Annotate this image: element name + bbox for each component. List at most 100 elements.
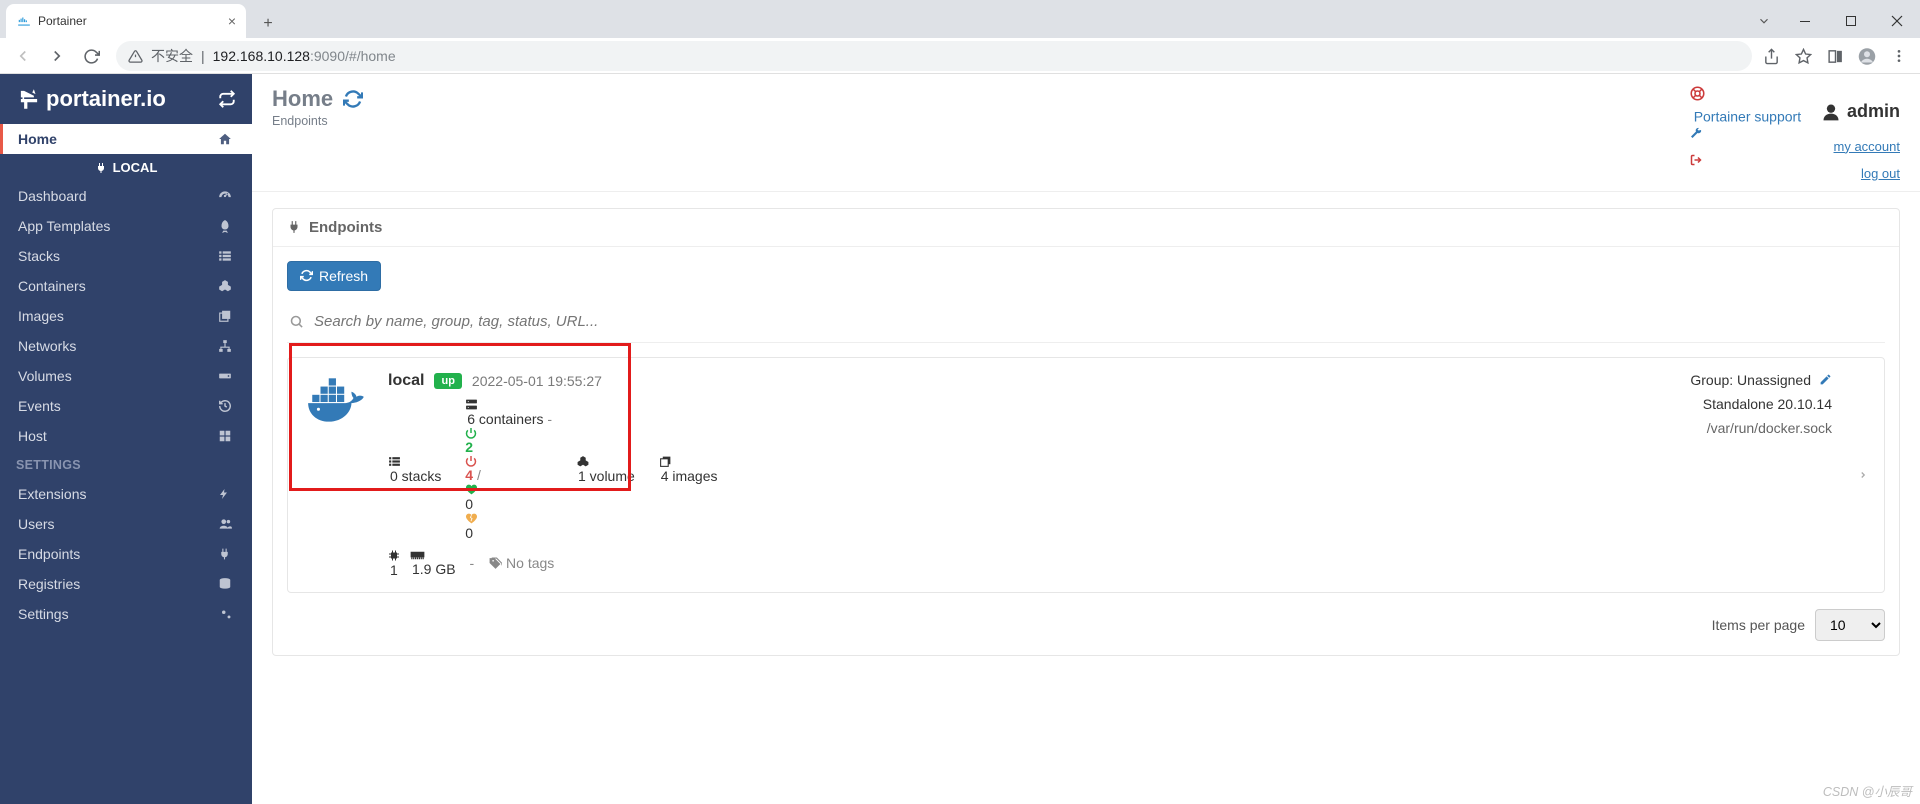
endpoint-name: local	[388, 372, 424, 390]
page-subtitle: Endpoints	[272, 114, 363, 128]
sidebar-item-label: Host	[18, 428, 47, 444]
settings-header: SETTINGS	[0, 451, 252, 479]
search-input[interactable]	[314, 313, 1883, 330]
tab-close-icon[interactable]: ×	[228, 13, 236, 29]
forward-button[interactable]	[42, 41, 72, 71]
endpoint-engine: Standalone 20.10.14	[1690, 396, 1832, 412]
endpoint-socket: /var/run/docker.sock	[1690, 420, 1832, 436]
sidebar-item-users[interactable]: Users	[0, 509, 252, 539]
sitemap-icon	[218, 339, 234, 353]
sidebar-item-templates[interactable]: App Templates	[0, 211, 252, 241]
status-badge: up	[434, 373, 461, 389]
heart-icon: 0	[465, 483, 552, 512]
star-icon[interactable]	[1794, 47, 1812, 65]
back-button[interactable]	[8, 41, 38, 71]
sidebar-item-endpoints[interactable]: Endpoints	[0, 539, 252, 569]
search-row	[287, 303, 1885, 343]
chevron-right-icon	[1858, 468, 1868, 482]
memory-icon	[410, 550, 456, 561]
brand: portainer.io	[0, 74, 252, 124]
plug-icon	[218, 547, 234, 561]
sidebar-item-label: Images	[18, 308, 64, 324]
menu-icon[interactable]	[1890, 47, 1908, 65]
share-icon[interactable]	[1762, 47, 1780, 65]
page-header: Home Endpoints Portainer support admin m…	[252, 74, 1920, 192]
user-label: admin	[1821, 101, 1900, 122]
logout-link[interactable]: log out	[1861, 166, 1900, 181]
minimize-button[interactable]	[1782, 4, 1828, 38]
browser-tab[interactable]: Portainer ×	[6, 4, 246, 38]
sidebar-item-label: Volumes	[18, 368, 72, 384]
reload-button[interactable]	[76, 41, 106, 71]
sidebar-item-stacks[interactable]: Stacks	[0, 241, 252, 271]
heart-broken-icon: 0	[465, 512, 552, 541]
database-icon	[218, 577, 234, 591]
sidebar-item-extensions[interactable]: Extensions	[0, 479, 252, 509]
sidebar-item-label: Home	[18, 131, 57, 147]
clone-icon	[659, 455, 718, 468]
tab-dropdown-icon[interactable]	[1746, 4, 1782, 38]
user-icon	[1821, 102, 1841, 122]
refresh-icon	[300, 269, 313, 282]
env-switch-icon[interactable]	[218, 90, 236, 108]
containers-count: 6 containers	[467, 411, 543, 427]
volumes-count: 1 volume	[578, 468, 635, 484]
url-separator: |	[201, 48, 205, 64]
sidebar-item-volumes[interactable]: Volumes	[0, 361, 252, 391]
items-per-page-label: Items per page	[1712, 617, 1805, 633]
sidebar-item-networks[interactable]: Networks	[0, 331, 252, 361]
sidebar-menu: Home LOCAL Dashboard App Templates Stack…	[0, 124, 252, 629]
users-icon	[218, 517, 234, 531]
url-host: 192.168.10.128	[213, 48, 310, 64]
url-path: /#/home	[345, 48, 396, 64]
grid-icon	[218, 429, 234, 443]
sidebar: portainer.io Home LOCAL Dashboard App Te…	[0, 74, 252, 804]
url-bar[interactable]: 不安全 | 192.168.10.128:9090/#/home	[116, 41, 1752, 71]
address-bar: 不安全 | 192.168.10.128:9090/#/home	[0, 38, 1920, 74]
tags-label: No tags	[506, 555, 554, 571]
support-link[interactable]: Portainer support	[1694, 109, 1801, 125]
images-count: 4 images	[661, 468, 718, 484]
exit-icon	[1690, 154, 1900, 166]
sidebar-item-label: Settings	[18, 606, 69, 622]
stack-icon	[388, 455, 441, 468]
refresh-button[interactable]: Refresh	[287, 261, 381, 291]
sidebar-item-dashboard[interactable]: Dashboard	[0, 181, 252, 211]
my-account-link[interactable]: my account	[1834, 139, 1900, 154]
new-tab-button[interactable]: +	[254, 10, 282, 38]
endpoint-card[interactable]: local up 2022-05-01 19:55:27 0 stacks 6 …	[287, 357, 1885, 593]
hdd-icon	[218, 369, 234, 383]
close-window-button[interactable]	[1874, 4, 1920, 38]
edit-icon[interactable]	[1819, 373, 1832, 386]
maximize-button[interactable]	[1828, 4, 1874, 38]
sidebar-item-registries[interactable]: Registries	[0, 569, 252, 599]
sidebar-item-containers[interactable]: Containers	[0, 271, 252, 301]
page-refresh-icon[interactable]	[343, 89, 363, 109]
cubes-icon	[576, 455, 635, 468]
sidebar-item-home[interactable]: Home	[0, 124, 252, 154]
tab-title: Portainer	[38, 14, 87, 28]
bolt-icon	[218, 487, 234, 501]
profile-icon[interactable]	[1858, 47, 1876, 65]
home-icon	[218, 132, 234, 146]
plug-icon	[287, 220, 301, 234]
power-on-icon: 2	[465, 427, 552, 455]
items-per-page-select[interactable]: 10	[1815, 609, 1885, 641]
cubes-icon	[218, 279, 234, 293]
sidebar-item-images[interactable]: Images	[0, 301, 252, 331]
cogs-icon	[218, 607, 234, 621]
env-header: LOCAL	[0, 154, 252, 181]
docker-logo-icon	[304, 372, 370, 430]
endpoint-group: Group: Unassigned	[1690, 372, 1811, 388]
reading-list-icon[interactable]	[1826, 47, 1844, 65]
endpoint-timestamp: 2022-05-01 19:55:27	[472, 373, 602, 389]
sidebar-item-settings[interactable]: Settings	[0, 599, 252, 629]
sidebar-item-events[interactable]: Events	[0, 391, 252, 421]
window-controls	[1746, 4, 1920, 38]
sidebar-item-label: Extensions	[18, 486, 86, 502]
search-icon	[289, 314, 304, 329]
stacks-count: 0 stacks	[390, 468, 441, 484]
sidebar-item-host[interactable]: Host	[0, 421, 252, 451]
server-icon	[465, 398, 552, 411]
sidebar-item-label: Events	[18, 398, 61, 414]
